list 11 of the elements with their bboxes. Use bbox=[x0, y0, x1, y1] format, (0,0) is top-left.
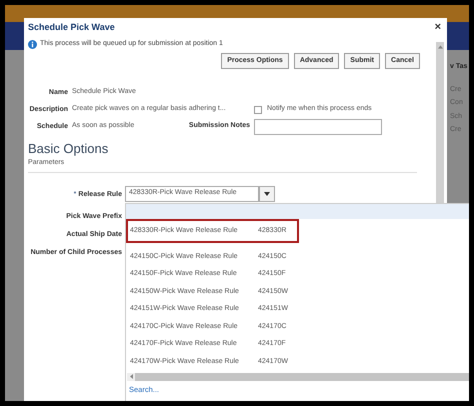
section-title: Basic Options bbox=[27, 141, 110, 156]
caret-icon bbox=[264, 192, 270, 196]
close-button[interactable]: × bbox=[434, 22, 443, 33]
horizontal-scrollbar[interactable] bbox=[127, 372, 469, 380]
notify-checkbox[interactable] bbox=[254, 106, 262, 114]
submission-notes-field[interactable] bbox=[254, 118, 382, 134]
dialog-title: Schedule Pick Wave bbox=[28, 20, 115, 34]
left-arrow-icon bbox=[130, 374, 132, 379]
info-icon bbox=[28, 40, 37, 48]
up-arrow-icon bbox=[438, 45, 442, 49]
dropdown-button[interactable] bbox=[259, 186, 275, 202]
